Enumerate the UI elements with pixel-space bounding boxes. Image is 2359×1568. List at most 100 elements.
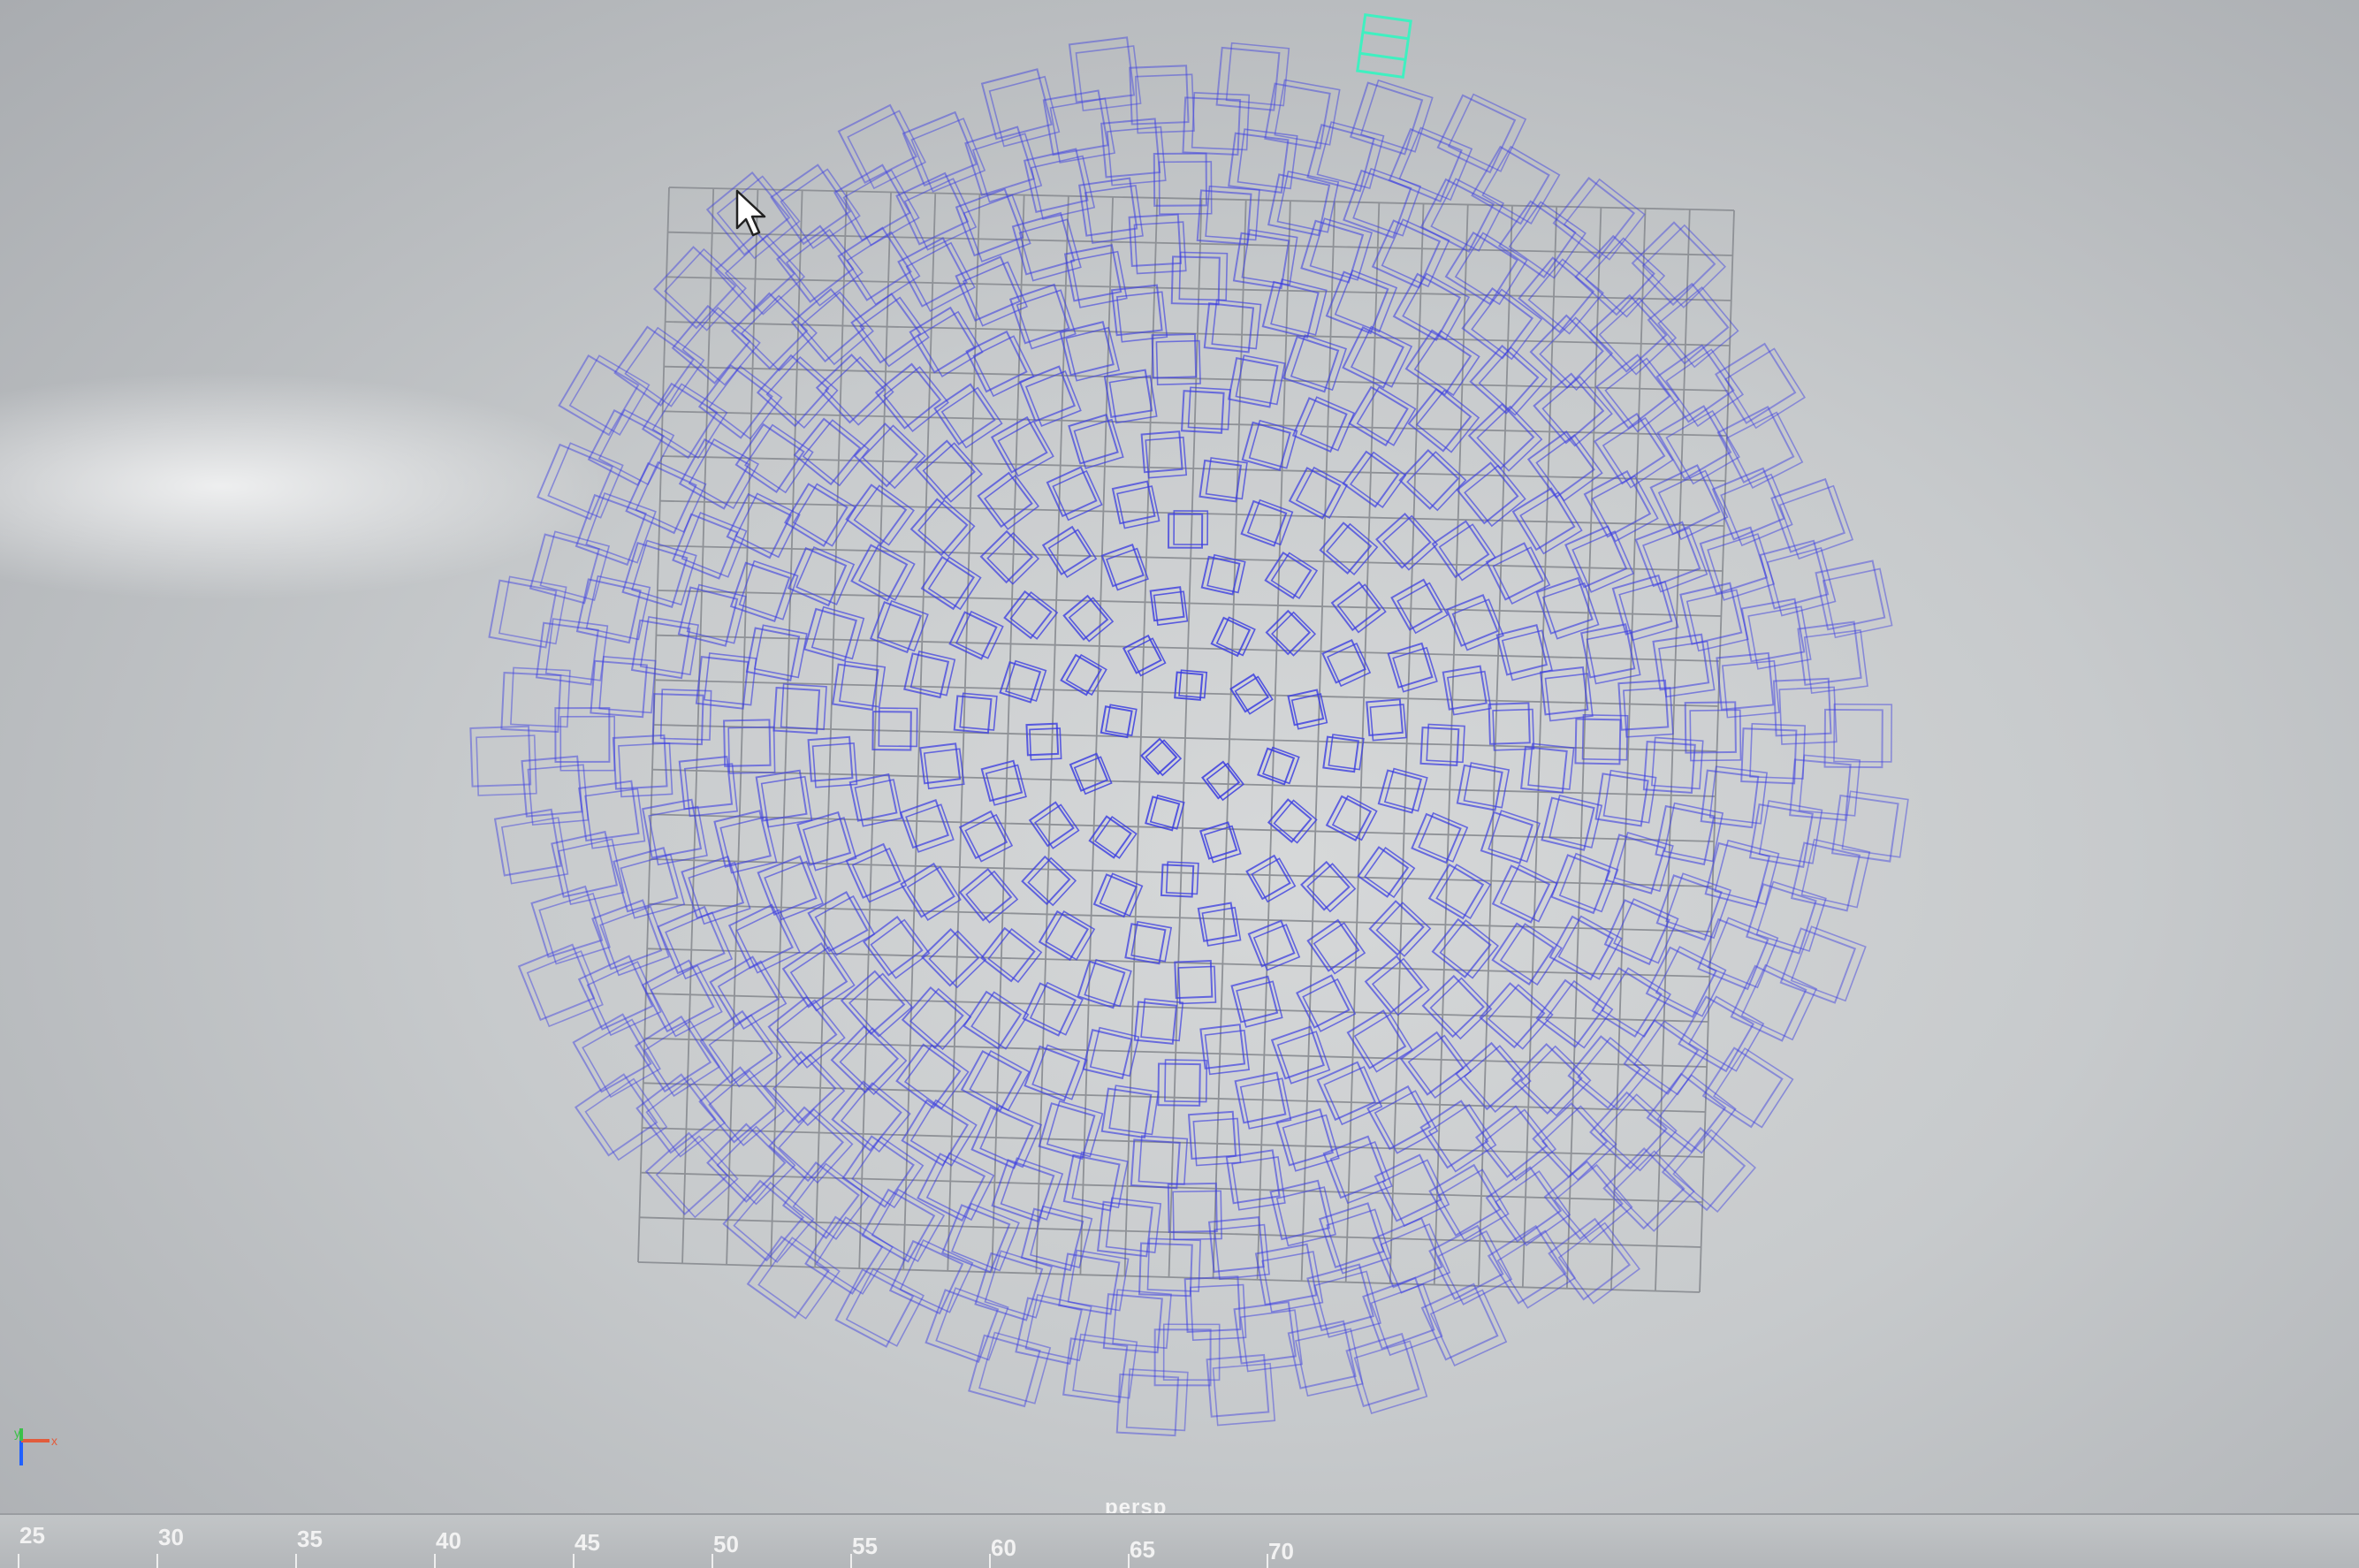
wireframe-cube[interactable] xyxy=(1431,519,1496,582)
wireframe-cube[interactable] xyxy=(1275,1107,1340,1172)
wireframe-cube[interactable] xyxy=(807,890,876,957)
wireframe-cube[interactable] xyxy=(1282,333,1348,394)
wireframe-cube[interactable] xyxy=(1230,975,1283,1028)
wireframe-cube[interactable] xyxy=(1100,118,1167,186)
wireframe-cube[interactable] xyxy=(1041,525,1098,579)
wireframe-cube[interactable] xyxy=(1349,78,1434,157)
wireframe-cube[interactable] xyxy=(1291,394,1355,453)
wireframe-cube[interactable] xyxy=(1069,752,1113,795)
wireframe-cube[interactable] xyxy=(1399,1030,1472,1100)
wireframe-cube[interactable] xyxy=(1200,553,1246,596)
wireframe-cube[interactable] xyxy=(575,575,651,644)
wireframe-cube[interactable] xyxy=(1342,449,1407,511)
wireframe-cube[interactable] xyxy=(1529,312,1614,393)
wireframe-cube[interactable] xyxy=(1038,1100,1104,1161)
wireframe-cube[interactable] xyxy=(1388,125,1473,205)
wireframe-cube[interactable] xyxy=(1348,384,1417,449)
wireframe-cube[interactable] xyxy=(895,1041,970,1112)
wireframe-cube[interactable] xyxy=(1167,1182,1222,1241)
wireframe-cube[interactable] xyxy=(1322,734,1365,773)
wireframe-cube[interactable] xyxy=(1390,578,1449,635)
wireframe-cube[interactable] xyxy=(845,482,915,548)
wireframe-cube[interactable] xyxy=(948,609,1004,661)
wireframe-cube[interactable] xyxy=(1526,429,1603,503)
wireframe-cube[interactable] xyxy=(1167,510,1209,549)
wireframe-cube[interactable] xyxy=(953,692,998,735)
wireframe-cube[interactable] xyxy=(1421,973,1493,1041)
wireframe-cube[interactable] xyxy=(925,1285,1009,1366)
wireframe-cube[interactable] xyxy=(871,707,918,751)
wireframe-cube[interactable] xyxy=(1130,1135,1189,1190)
wireframe-cube[interactable] xyxy=(517,942,604,1028)
wireframe-cube[interactable] xyxy=(1296,974,1357,1033)
wireframe-cube[interactable] xyxy=(1100,704,1138,739)
wireframe-cube[interactable] xyxy=(1679,582,1749,652)
wireframe-cube[interactable] xyxy=(1267,797,1318,845)
wireframe-cube[interactable] xyxy=(977,471,1040,532)
wireframe-cube[interactable] xyxy=(590,656,657,719)
wireframe-cube[interactable] xyxy=(903,651,956,699)
wireframe-cube[interactable] xyxy=(1199,1024,1251,1076)
wireframe-cube[interactable] xyxy=(1588,292,1678,377)
wireframe-cube[interactable] xyxy=(1730,961,1818,1044)
wireframe-cube[interactable] xyxy=(1199,457,1248,503)
wireframe-cube[interactable] xyxy=(1748,799,1823,869)
wireframe-cube[interactable] xyxy=(1631,218,1726,311)
wireframe-cube[interactable] xyxy=(1746,879,1827,956)
wireframe-cube[interactable] xyxy=(1088,814,1138,860)
wireframe-cube[interactable] xyxy=(1240,499,1294,548)
wireframe-cube[interactable] xyxy=(536,439,624,522)
wireframe-cube[interactable] xyxy=(1124,920,1173,965)
wireframe-cube[interactable] xyxy=(1096,1197,1162,1258)
wireframe-cube[interactable] xyxy=(1427,862,1492,922)
wireframe-cube[interactable] xyxy=(837,103,927,191)
wireframe-cube[interactable] xyxy=(575,491,657,567)
wireframe-cube[interactable] xyxy=(1151,332,1201,386)
wireframe-cube[interactable] xyxy=(1342,323,1413,391)
wireframe-cube[interactable] xyxy=(1543,1158,1633,1245)
wireframe-cube[interactable] xyxy=(554,706,616,772)
wireframe-cube[interactable] xyxy=(897,236,976,314)
wireframe-cube[interactable] xyxy=(1548,1215,1640,1306)
wireframe-cube[interactable] xyxy=(1206,1353,1276,1427)
time-slider[interactable]: 25 30 35 40 45 50 55 60 65 70 xyxy=(0,1513,2359,1568)
wireframe-cube[interactable] xyxy=(1174,669,1208,701)
wireframe-cube[interactable] xyxy=(1174,960,1217,1005)
wireframe-cube[interactable] xyxy=(862,915,931,981)
wireframe-cube[interactable] xyxy=(919,742,965,790)
wireframe-cube[interactable] xyxy=(1110,284,1168,343)
wireframe-cube[interactable] xyxy=(1456,461,1526,529)
wireframe-cube[interactable] xyxy=(770,162,861,251)
wireframe-cube[interactable] xyxy=(745,624,808,681)
wireframe-cube[interactable] xyxy=(1655,802,1724,866)
wireframe-cube[interactable] xyxy=(1197,902,1242,947)
wireframe-cube[interactable] xyxy=(974,1248,1053,1322)
wireframe-cube[interactable] xyxy=(1684,701,1742,762)
wireframe-cube[interactable] xyxy=(558,351,651,439)
wireframe-cube[interactable] xyxy=(1247,919,1301,971)
wireframe-cube[interactable] xyxy=(899,799,955,853)
wireframe-cube[interactable] xyxy=(845,842,908,903)
wireframe-cube[interactable] xyxy=(1362,1276,1443,1357)
wireframe-cube[interactable] xyxy=(1270,1025,1331,1085)
wireframe-cube[interactable] xyxy=(1487,1223,1577,1311)
wireframe-cube[interactable] xyxy=(1357,844,1416,900)
wireframe-cube[interactable] xyxy=(1321,638,1372,688)
wireframe-cube[interactable] xyxy=(1264,550,1319,601)
wireframe-cube[interactable] xyxy=(960,1047,1031,1114)
wireframe-cube[interactable] xyxy=(1790,838,1871,913)
wireframe-cube[interactable] xyxy=(1322,1135,1393,1205)
wireframe-cube[interactable] xyxy=(1661,1124,1756,1216)
wireframe-cube[interactable] xyxy=(1140,430,1188,479)
wireframe-cube[interactable] xyxy=(1716,405,1804,491)
wireframe-cube[interactable] xyxy=(1520,742,1575,794)
wireframe-cube[interactable] xyxy=(1225,1149,1286,1211)
wireframe-cube[interactable] xyxy=(1077,958,1132,1009)
wireframe-cube[interactable] xyxy=(1187,1110,1242,1167)
wireframe-cube[interactable] xyxy=(625,459,707,537)
wireframe-cube[interactable] xyxy=(958,867,1019,925)
wireframe-cube[interactable] xyxy=(1082,1026,1140,1080)
wireframe-cube[interactable] xyxy=(1366,698,1407,742)
wireframe-cube[interactable] xyxy=(1111,480,1160,529)
wireframe-cube[interactable] xyxy=(784,480,857,549)
